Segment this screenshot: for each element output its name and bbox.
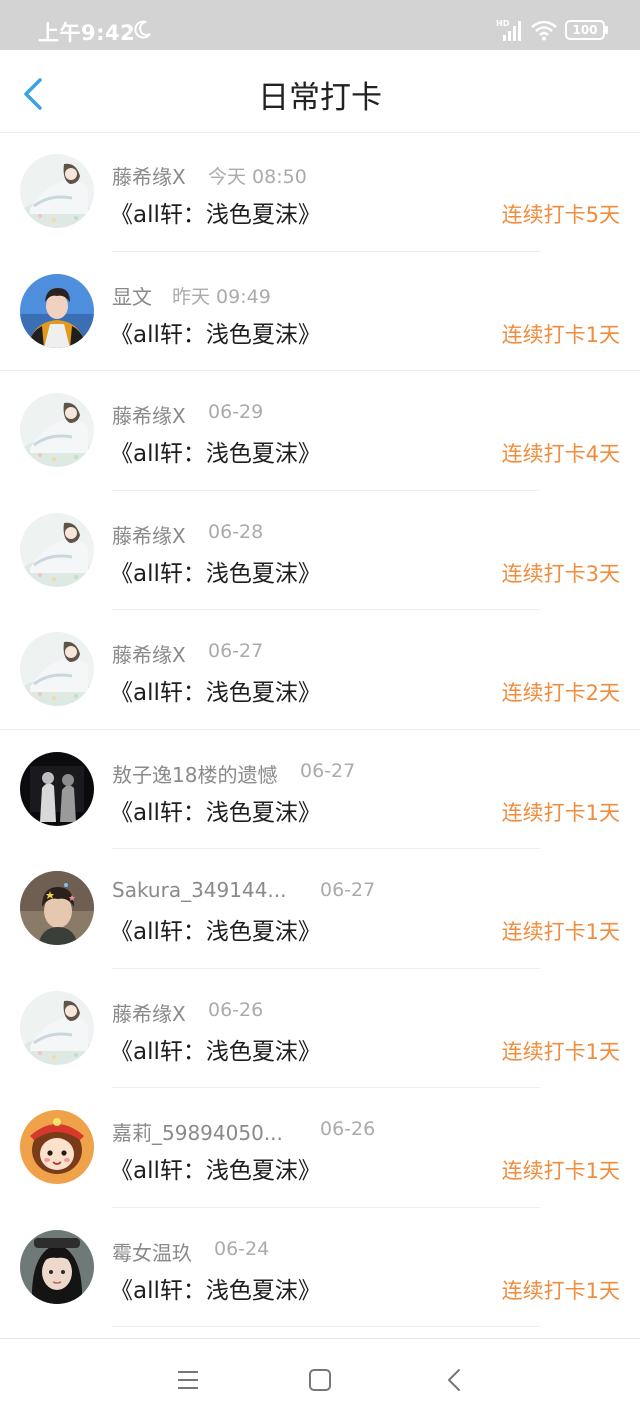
checkin-item[interactable]: 藤希缘X 06-28 《all轩：浅色夏沫》 连续打卡3天: [0, 491, 640, 610]
checkin-item[interactable]: Sakura_349144... 06-27 《all轩：浅色夏沫》 连续打卡1天: [0, 849, 640, 969]
user-name[interactable]: 嘉莉_59894050...: [112, 1117, 283, 1146]
checkin-item[interactable]: 藤希缘X 06-27 《all轩：浅色夏沫》 连续打卡2天: [0, 610, 640, 730]
checkin-item[interactable]: 藤希缘X 06-26 《all轩：浅色夏沫》 连续打卡1天: [0, 969, 640, 1088]
page-header: 日常打卡: [0, 50, 640, 133]
back-triangle-icon[interactable]: [440, 1367, 470, 1393]
avatar[interactable]: [20, 1110, 94, 1184]
book-title[interactable]: 《all轩：浅色夏沫》: [110, 1032, 321, 1066]
checkin-time: 06-27: [208, 640, 264, 662]
user-name[interactable]: 藤希缘X: [112, 998, 186, 1027]
checkin-time: 06-26: [208, 998, 264, 1021]
user-name[interactable]: Sakura_349144...: [112, 878, 287, 902]
avatar[interactable]: [20, 273, 94, 348]
streak-badge: 连续打卡1天: [501, 322, 620, 347]
avatar[interactable]: [20, 1229, 94, 1304]
streak-badge: 连续打卡1天: [501, 920, 620, 944]
book-title[interactable]: 《all轩：浅色夏沫》: [110, 793, 321, 827]
checkin-time: 06-27: [320, 879, 376, 901]
checkin-item[interactable]: 嘉莉_59894050... 06-26 《all轩：浅色夏沫》 连续打卡1天: [0, 1088, 640, 1208]
user-name[interactable]: 显文: [112, 281, 152, 310]
checkin-item[interactable]: 显文 昨天 09:49 《all轩：浅色夏沫》 连续打卡1天: [0, 252, 640, 371]
battery-level: 100: [572, 23, 598, 37]
streak-badge: 连续打卡1天: [501, 1159, 620, 1183]
checkin-time: 今天 08:50: [208, 166, 307, 188]
status-bar: 上午9:42 HD 100: [0, 0, 640, 50]
streak-badge: 连续打卡5天: [501, 203, 620, 227]
streak-badge: 连续打卡1天: [501, 1278, 620, 1303]
streak-badge: 连续打卡3天: [501, 561, 620, 586]
book-title[interactable]: 《all轩：浅色夏沫》: [110, 1271, 321, 1305]
avatar[interactable]: [20, 154, 94, 228]
avatar[interactable]: [20, 512, 94, 587]
checkin-item[interactable]: 藤希缘X 06-29 《all轩：浅色夏沫》 连续打卡4天: [0, 371, 640, 491]
book-title[interactable]: 《all轩：浅色夏沫》: [110, 434, 321, 468]
checkin-time: 06-28: [208, 520, 264, 543]
book-title[interactable]: 《all轩：浅色夏沫》: [110, 912, 321, 946]
streak-badge: 连续打卡4天: [501, 442, 620, 466]
checkin-time: 06-27: [300, 759, 356, 782]
checkin-time: 06-24: [214, 1237, 270, 1260]
user-name[interactable]: 藤希缘X: [112, 161, 186, 190]
status-time: 上午9:42: [38, 21, 136, 45]
system-nav-bar: [0, 1338, 640, 1423]
menu-icon[interactable]: [173, 1367, 203, 1393]
streak-badge: 连续打卡2天: [501, 681, 620, 705]
moon-icon: [134, 20, 151, 39]
user-name[interactable]: 藤希缘X: [112, 520, 186, 549]
checkin-list: 藤希缘X 今天 08:50 《all轩：浅色夏沫》 连续打卡5天 显文 昨天 09:49…: [0, 132, 640, 1327]
hd-signal-icon: HD: [496, 19, 521, 41]
checkin-time: 06-26: [320, 1118, 376, 1140]
avatar[interactable]: [20, 990, 94, 1065]
book-title[interactable]: 《all轩：浅色夏沫》: [110, 554, 321, 588]
checkin-item[interactable]: 藤希缘X 今天 08:50 《all轩：浅色夏沫》 连续打卡5天: [0, 132, 640, 252]
checkin-item[interactable]: 敖子逸18楼的遗憾 06-27 《all轩：浅色夏沫》 连续打卡1天: [0, 730, 640, 849]
avatar[interactable]: [20, 393, 94, 467]
book-title[interactable]: 《all轩：浅色夏沫》: [110, 1151, 321, 1185]
avatar[interactable]: [20, 632, 94, 706]
checkin-time: 06-29: [208, 401, 264, 423]
avatar[interactable]: [20, 871, 94, 945]
user-name[interactable]: 敖子逸18楼的遗憾: [112, 759, 277, 788]
page-title: 日常打卡: [258, 80, 382, 116]
hd-label: HD: [496, 19, 510, 28]
avatar[interactable]: [20, 751, 94, 826]
user-name[interactable]: 藤希缘X: [112, 400, 186, 429]
home-square-icon[interactable]: [305, 1367, 335, 1393]
streak-badge: 连续打卡1天: [501, 1039, 620, 1064]
row-divider: [112, 1326, 540, 1327]
user-name[interactable]: 藤希缘X: [112, 639, 186, 668]
book-title[interactable]: 《all轩：浅色夏沫》: [110, 315, 321, 349]
book-title[interactable]: 《all轩：浅色夏沫》: [110, 195, 321, 229]
checkin-time: 昨天 09:49: [172, 285, 271, 308]
wifi-icon: [531, 20, 557, 41]
book-title[interactable]: 《all轩：浅色夏沫》: [110, 673, 321, 707]
checkin-item[interactable]: 霉女温玖 06-24 《all轩：浅色夏沫》 连续打卡1天: [0, 1208, 640, 1327]
user-name[interactable]: 霉女温玖: [112, 1237, 192, 1266]
streak-badge: 连续打卡1天: [501, 800, 620, 825]
